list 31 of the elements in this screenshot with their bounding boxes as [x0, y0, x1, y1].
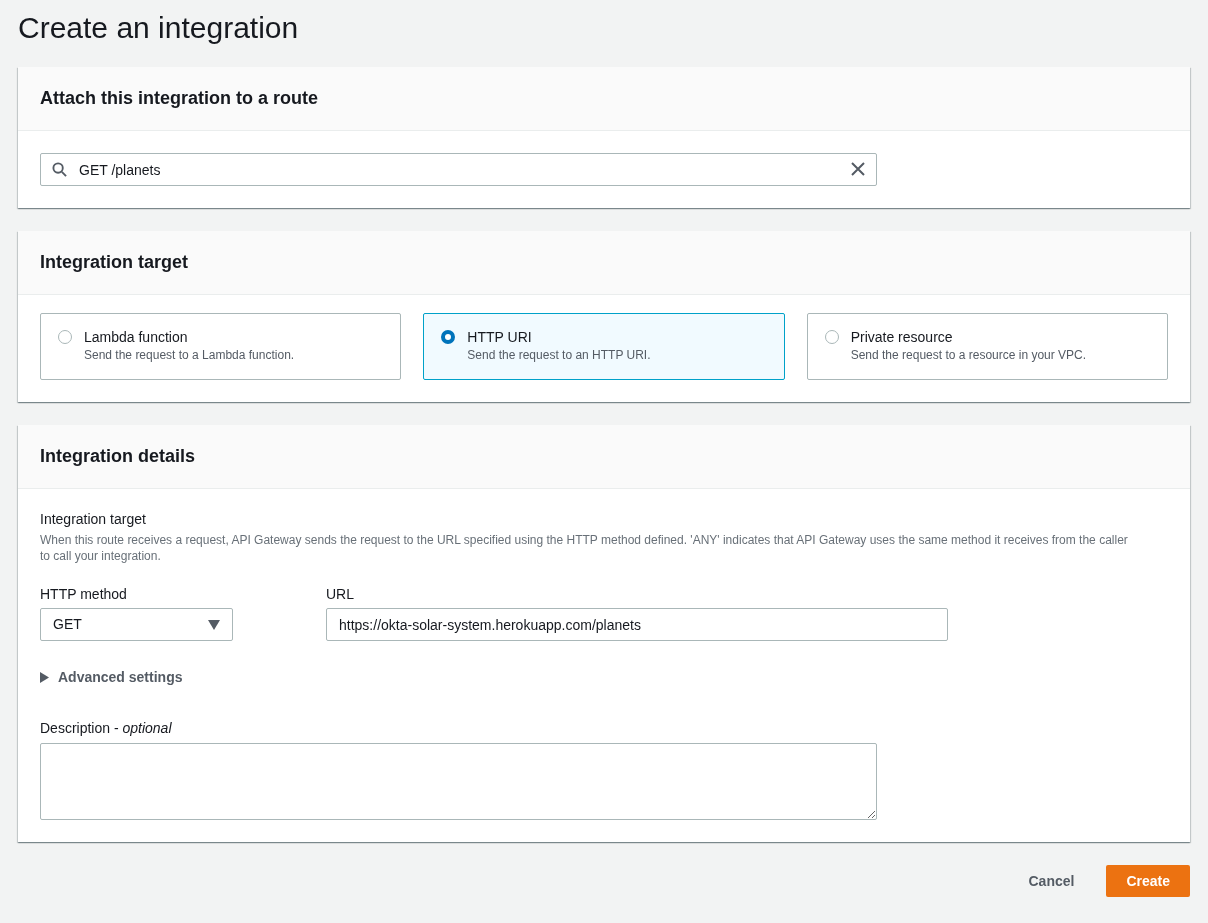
radio-tile[interactable]: Lambda function Send the request to a Lambda function. — [40, 313, 402, 380]
field-label: Integration target — [40, 510, 147, 529]
cancel-button[interactable]: Cancel — [1028, 865, 1075, 897]
field-label: Description - optional — [40, 719, 173, 738]
option-description: Send the request to an HTTP URI. — [467, 347, 651, 364]
close-icon[interactable] — [851, 162, 865, 176]
option-description: Send the request to a Lambda function. — [84, 347, 295, 364]
description-field[interactable] — [40, 743, 877, 820]
radio-tile[interactable]: Private resource Send the request to a resource in your VPC. — [806, 313, 1168, 380]
option-label: Private resource — [850, 328, 954, 346]
radio-tile[interactable]: HTTP URI Send the request to an HTTP URI. — [423, 313, 785, 380]
search-field[interactable]: GET /planets — [40, 153, 877, 186]
search-icon — [52, 162, 67, 177]
option-label: HTTP URI — [467, 328, 533, 346]
option-description: Send the request to a resource in your VPC. — [850, 347, 1087, 364]
field-label: HTTP method — [40, 585, 128, 604]
radio-button[interactable] — [58, 330, 72, 344]
method-select[interactable]: GET — [40, 608, 233, 641]
help-text: When this route receives a request, API Gateway sends the request to the URL specified using the HTTP method defined. 'ANY' indicates that API Gateway uses the same method it receives from the caller to call your integration. — [40, 532, 1129, 564]
section-title: Integration target — [40, 251, 188, 274]
section-title: Integration details — [40, 445, 196, 468]
caret-icon — [208, 619, 220, 630]
advanced-settings-toggle[interactable]: Advanced settings — [40, 667, 183, 688]
radio-button[interactable] — [441, 330, 456, 344]
radio-button[interactable] — [824, 330, 839, 344]
option-label: Lambda function — [84, 328, 189, 346]
field-label: URL — [326, 585, 355, 604]
page-title: Create an integration — [18, 10, 300, 46]
url-field[interactable]: https://okta-solar-system.herokuapp.com/planets — [326, 608, 948, 641]
section-title: Attach this integration to a route — [40, 87, 318, 110]
caret-icon — [40, 672, 49, 683]
